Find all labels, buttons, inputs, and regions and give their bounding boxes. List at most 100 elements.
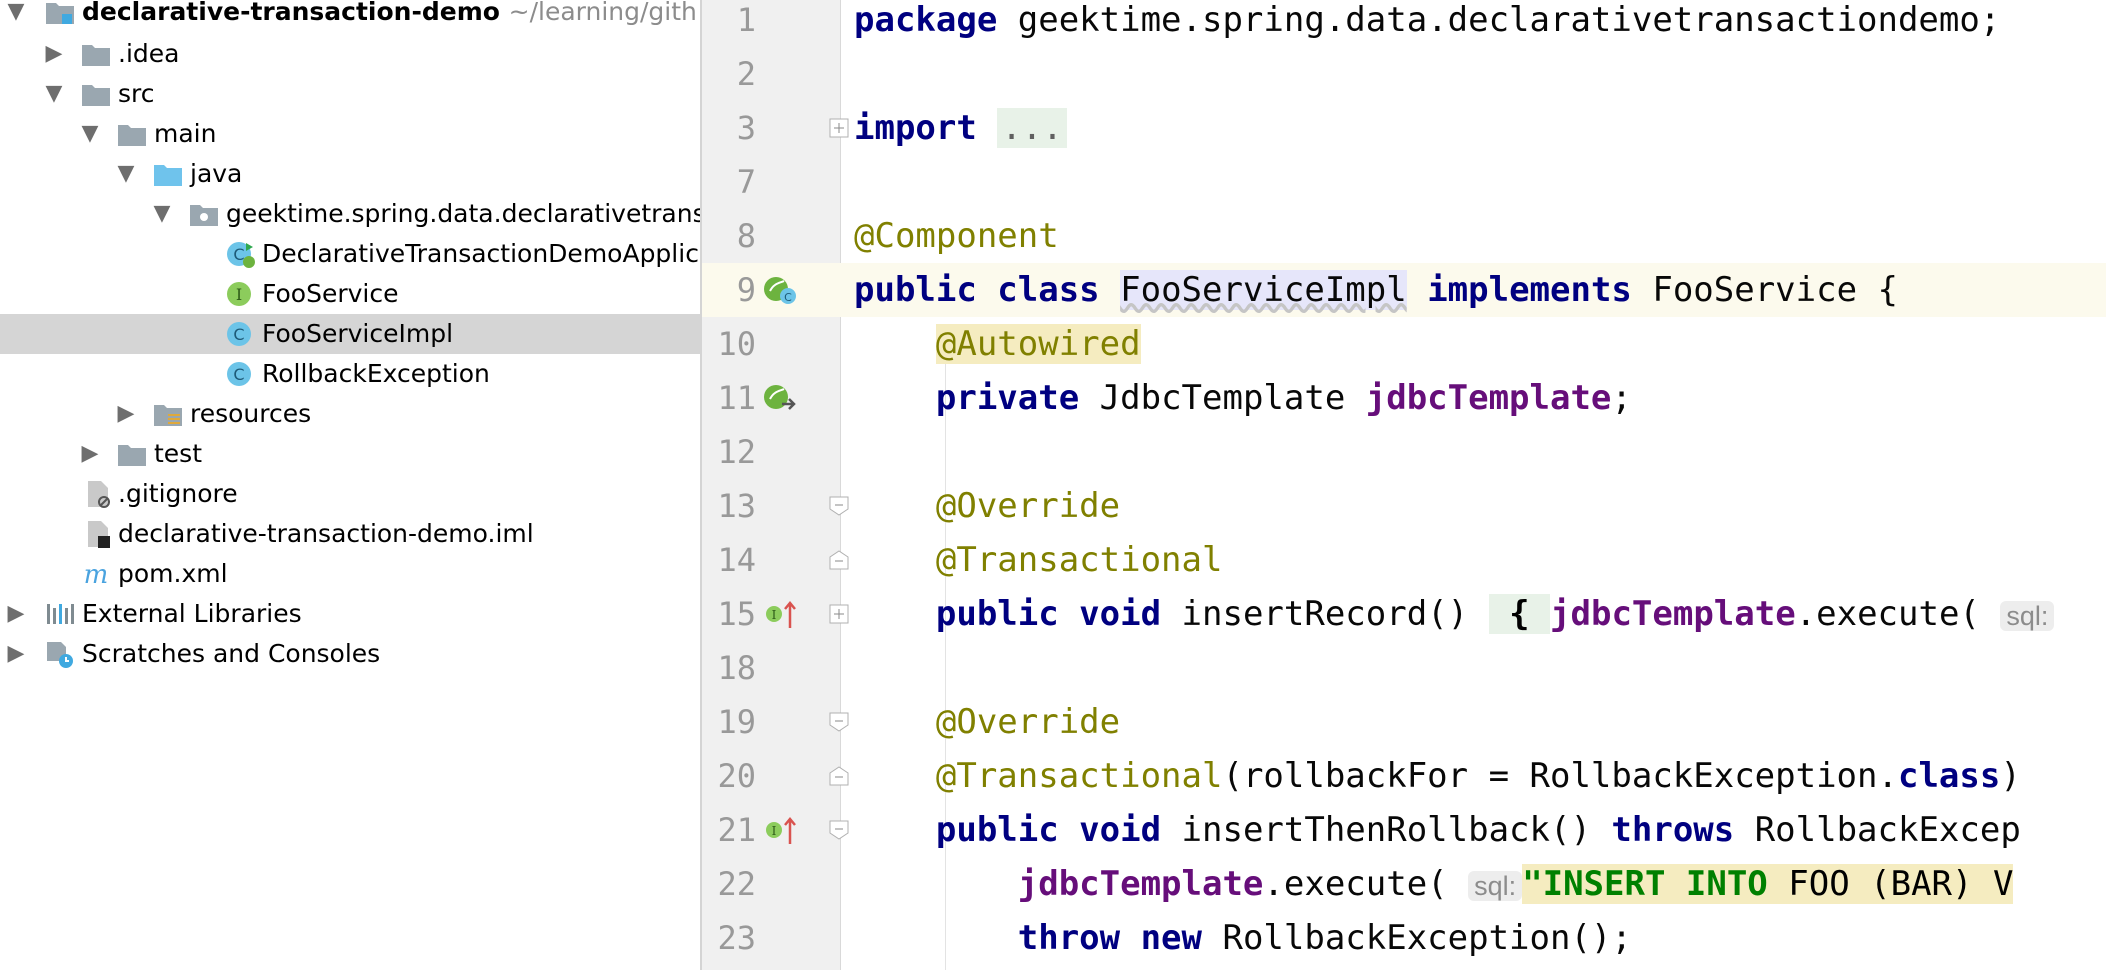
tree-item-external-libraries[interactable]: ▶ External Libraries: [0, 594, 700, 634]
code-line[interactable]: 2: [702, 47, 2106, 101]
fold-end-icon[interactable]: [828, 765, 850, 787]
tree-item-main[interactable]: ▼ main: [0, 114, 700, 154]
svg-text:I: I: [772, 824, 777, 838]
code-text[interactable]: throw new RollbackException();: [854, 911, 1632, 965]
fold-collapse-icon[interactable]: [828, 495, 850, 517]
fold-end-icon[interactable]: [828, 549, 850, 571]
code-text[interactable]: @Override: [854, 695, 1120, 749]
code-text[interactable]: package geektime.spring.data.declarative…: [854, 0, 2000, 47]
chevron-down-icon[interactable]: ▼: [152, 194, 172, 234]
code-text[interactable]: import ...: [854, 101, 1067, 155]
tree-item-label: .gitignore: [118, 479, 238, 508]
line-number: 3: [736, 109, 756, 147]
code-line[interactable]: 20 @Transactional(rollbackFor = Rollback…: [702, 749, 2106, 803]
chevron-right-icon[interactable]: ▶: [80, 434, 100, 474]
tree-item-label: .idea: [118, 39, 180, 68]
chevron-right-icon[interactable]: ▶: [44, 34, 64, 74]
code-text[interactable]: @Transactional: [854, 533, 1223, 587]
code-line[interactable]: 1 package geektime.spring.data.declarati…: [702, 0, 2106, 47]
interface-icon: I: [227, 282, 251, 306]
spring-bean-icon[interactable]: C: [762, 274, 800, 306]
fold-expand-icon[interactable]: [828, 117, 850, 139]
code-text[interactable]: @Component: [854, 209, 1059, 263]
code-text[interactable]: @Override: [854, 479, 1120, 533]
tree-item-java[interactable]: ▼ java: [0, 154, 700, 194]
code-line[interactable]: 13 @Override: [702, 479, 2106, 533]
tree-item-label: DeclarativeTransactionDemoApplic: [262, 239, 699, 268]
tree-item-label: main: [154, 119, 217, 148]
code-line[interactable]: 22 jdbcTemplate.execute( sql: "INSERT INT…: [702, 857, 2106, 911]
tree-item-src[interactable]: ▼ src: [0, 74, 700, 114]
tree-item-resources[interactable]: ▶ resources: [0, 394, 700, 434]
maven-icon: m: [84, 560, 109, 590]
tree-item-fooserviceimpl[interactable]: C FooServiceImpl: [0, 314, 700, 354]
implements-method-icon[interactable]: I: [764, 814, 798, 846]
autowired-navigation-icon[interactable]: [762, 382, 800, 414]
tree-item-gitignore[interactable]: .gitignore: [0, 474, 700, 514]
code-line[interactable]: 21 I public void insertThenRollback() th…: [702, 803, 2106, 857]
code-line[interactable]: 11 private JdbcTemplate jdbcTemplate;: [702, 371, 2106, 425]
line-number: 9: [736, 271, 756, 309]
line-number: 12: [717, 433, 756, 471]
tree-item-label: FooServiceImpl: [262, 319, 454, 348]
line-number: 11: [717, 379, 756, 417]
code-line[interactable]: 19 @Override: [702, 695, 2106, 749]
code-text[interactable]: @Autowired: [854, 317, 1141, 371]
resources-folder-icon: [154, 405, 182, 426]
chevron-right-icon[interactable]: ▶: [6, 594, 26, 634]
tree-item-label: src: [118, 79, 155, 108]
parameter-hint: sql:: [2000, 601, 2055, 631]
class-icon: C: [227, 322, 251, 346]
chevron-right-icon[interactable]: ▶: [116, 394, 136, 434]
code-text[interactable]: private JdbcTemplate jdbcTemplate;: [854, 371, 1632, 425]
tree-item-project-root[interactable]: ▼ declarative-transaction-demo ~/learnin…: [0, 0, 700, 32]
code-text[interactable]: jdbcTemplate.execute( sql: "INSERT INTO F…: [854, 857, 2014, 911]
tree-item-package[interactable]: ▼ geektime.spring.data.declarativetrans: [0, 194, 700, 234]
package-icon: [190, 205, 218, 226]
fold-collapse-icon[interactable]: [828, 711, 850, 733]
code-line[interactable]: 14 @Transactional: [702, 533, 2106, 587]
tree-item-scratches[interactable]: ▶ Scratches and Consoles: [0, 634, 700, 674]
code-line[interactable]: 18: [702, 641, 2106, 695]
tree-item-fooservice[interactable]: I FooService: [0, 274, 700, 314]
code-text[interactable]: @Transactional(rollbackFor = RollbackExc…: [854, 749, 2021, 803]
code-editor[interactable]: 1 package geektime.spring.data.declarati…: [702, 0, 2106, 970]
code-line[interactable]: 8 @Component: [702, 209, 2106, 263]
code-line[interactable]: 12: [702, 425, 2106, 479]
code-line[interactable]: 10 @Autowired: [702, 317, 2106, 371]
chevron-down-icon[interactable]: ▼: [6, 0, 26, 32]
parameter-hint: sql:: [1468, 871, 1523, 901]
code-text[interactable]: public void insertThenRollback() throws …: [854, 803, 2021, 857]
code-text[interactable]: public class FooServiceImpl implements F…: [854, 263, 1898, 317]
line-number: 13: [717, 487, 756, 525]
fold-expand-icon[interactable]: [828, 603, 850, 625]
chevron-down-icon[interactable]: ▼: [44, 74, 64, 114]
tree-item-idea[interactable]: ▶ .idea: [0, 34, 700, 74]
tree-item-label: RollbackException: [262, 359, 490, 388]
code-line[interactable]: 15 I public void insertRecord() { jdbcTe…: [702, 587, 2106, 641]
chevron-right-icon[interactable]: ▶: [6, 634, 26, 674]
tree-item-iml[interactable]: declarative-transaction-demo.iml: [0, 514, 700, 554]
libraries-icon: [47, 604, 74, 624]
code-line[interactable]: 7: [702, 155, 2106, 209]
code-line[interactable]: 23 throw new RollbackException();: [702, 911, 2106, 965]
code-text[interactable]: public void insertRecord() { jdbcTemplat…: [854, 587, 2055, 641]
module-folder-icon: [46, 3, 74, 24]
fold-collapse-icon[interactable]: [828, 819, 850, 841]
scratches-icon: [47, 642, 73, 668]
folded-imports[interactable]: ...: [997, 108, 1067, 148]
folder-icon: [82, 45, 110, 66]
tree-item-rollbackexception[interactable]: C RollbackException: [0, 354, 700, 394]
tree-item-application-class[interactable]: C DeclarativeTransactionDemoApplic: [0, 234, 700, 274]
line-number: 7: [736, 163, 756, 201]
tree-item-pom[interactable]: m pom.xml: [0, 554, 700, 594]
project-root-label: declarative-transaction-demo ~/learning/…: [82, 0, 697, 26]
svg-text:I: I: [236, 285, 242, 304]
code-line[interactable]: 3 import ...: [702, 101, 2106, 155]
chevron-down-icon[interactable]: ▼: [116, 154, 136, 194]
tree-item-label: java: [190, 159, 243, 188]
code-line-current[interactable]: 9 C public class FooServiceImpl implemen…: [702, 263, 2106, 317]
implements-method-icon[interactable]: I: [764, 598, 798, 630]
tree-item-test[interactable]: ▶ test: [0, 434, 700, 474]
chevron-down-icon[interactable]: ▼: [80, 114, 100, 154]
